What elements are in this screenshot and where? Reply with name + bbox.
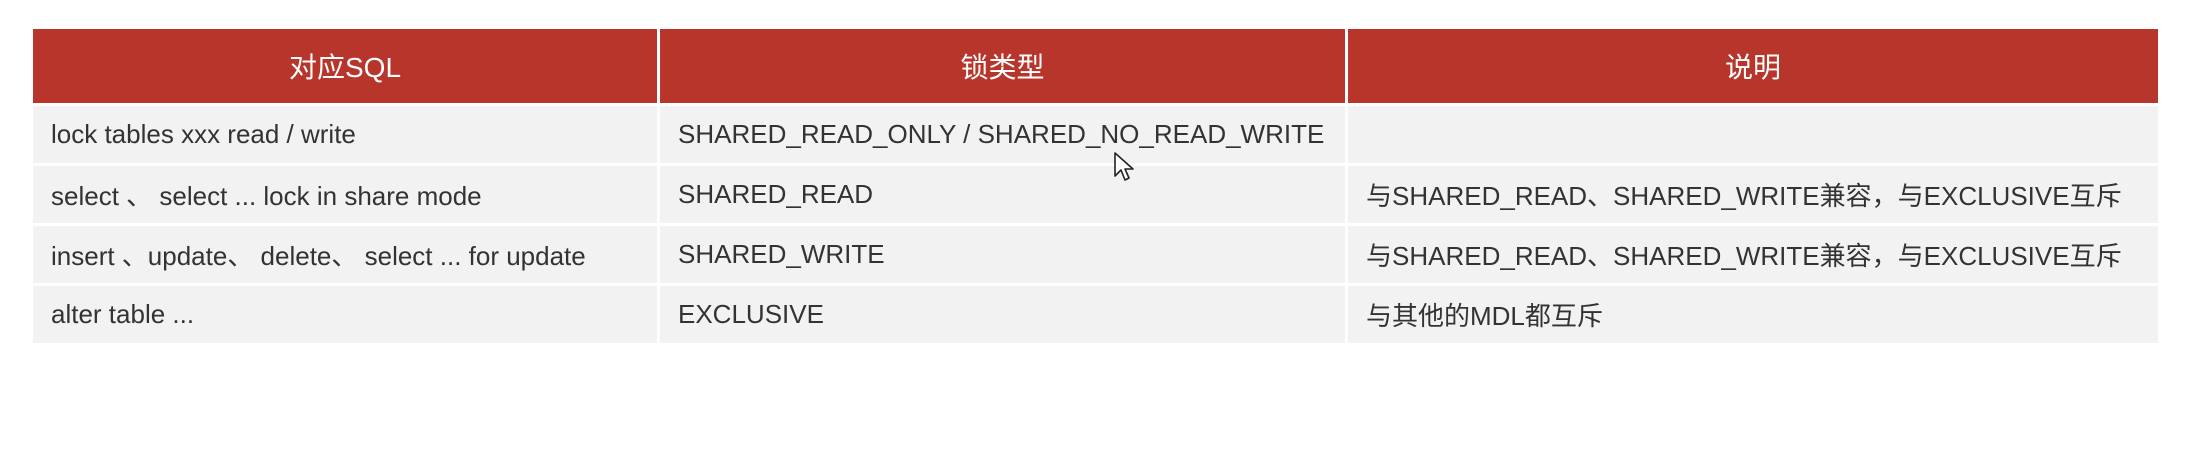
cell-sql: lock tables xxx read / write [33, 106, 657, 163]
cell-description: 与SHARED_READ、SHARED_WRITE兼容，与EXCLUSIVE互斥 [1348, 166, 2158, 223]
table-row: select 、 select ... lock in share mode S… [33, 166, 2158, 223]
mdl-lock-table: 对应SQL 锁类型 说明 lock tables xxx read / writ… [30, 26, 2161, 346]
cell-sql: insert 、update、 delete、 select ... for u… [33, 226, 657, 283]
cell-description [1348, 106, 2158, 163]
header-description: 说明 [1348, 29, 2158, 103]
table-row: lock tables xxx read / write SHARED_READ… [33, 106, 2158, 163]
header-lock-type: 锁类型 [660, 29, 1345, 103]
cell-lock-type: SHARED_READ_ONLY / SHARED_NO_READ_WRITE [660, 106, 1345, 163]
cell-description: 与其他的MDL都互斥 [1348, 286, 2158, 343]
cell-lock-type: EXCLUSIVE [660, 286, 1345, 343]
cell-lock-type: SHARED_READ [660, 166, 1345, 223]
cell-lock-type: SHARED_WRITE [660, 226, 1345, 283]
table-header-row: 对应SQL 锁类型 说明 [33, 29, 2158, 103]
cropped-text-strip [0, 0, 2212, 18]
header-sql: 对应SQL [33, 29, 657, 103]
cell-sql: alter table ... [33, 286, 657, 343]
table-row: alter table ... EXCLUSIVE 与其他的MDL都互斥 [33, 286, 2158, 343]
cell-description: 与SHARED_READ、SHARED_WRITE兼容，与EXCLUSIVE互斥 [1348, 226, 2158, 283]
cell-sql: select 、 select ... lock in share mode [33, 166, 657, 223]
mouse-pointer-icon [1114, 152, 1134, 181]
table-row: insert 、update、 delete、 select ... for u… [33, 226, 2158, 283]
